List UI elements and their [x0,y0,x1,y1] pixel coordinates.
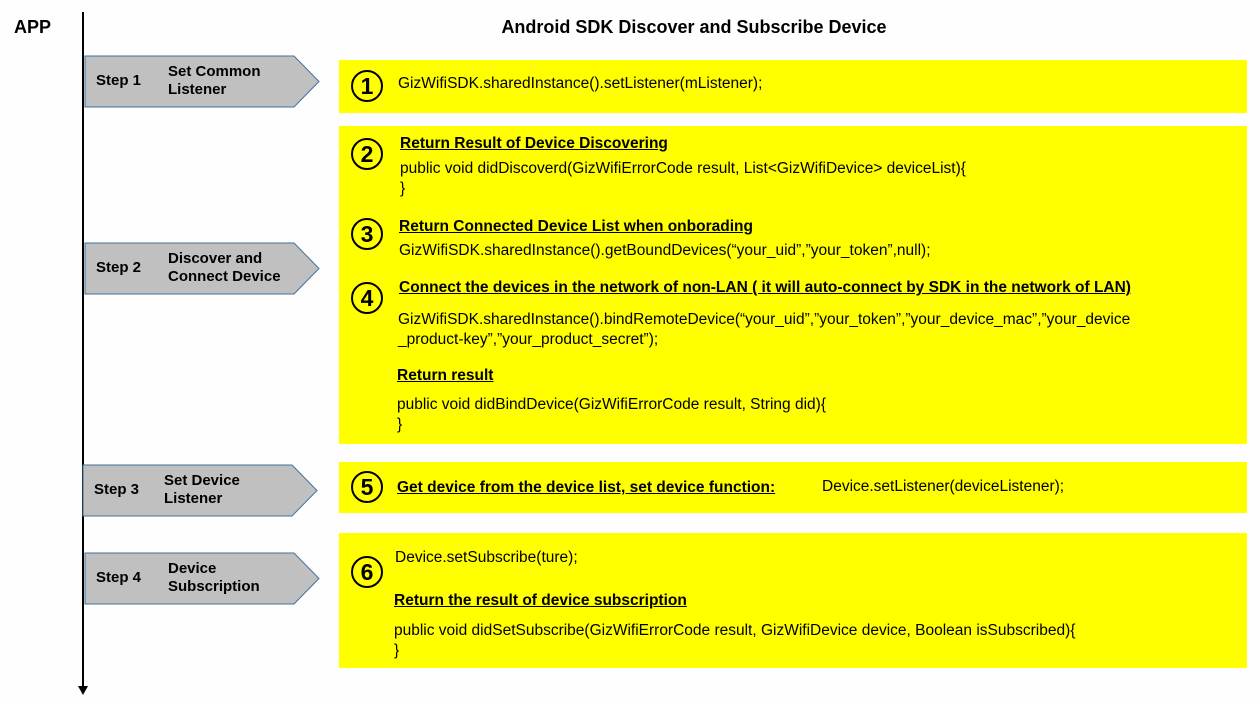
section-heading: Return result [397,367,494,384]
code-line: public void didSetSubscribe(GizWifiError… [394,622,1076,639]
code-line: _product-key”,”your_product_secret”); [398,331,659,348]
code-box-step-2: 2 Return Result of Device Discovering pu… [339,126,1247,444]
code-line: GizWifiSDK.sharedInstance().setListener(… [398,75,763,92]
diagram-title: Android SDK Discover and Subscribe Devic… [501,17,887,37]
marker-6-icon: 6 [351,556,383,588]
code-box-step-1: 1 GizWifiSDK.sharedInstance().setListene… [339,60,1247,113]
step-1-arrow: Step 1 Set Common Listener [84,55,320,108]
code-line: public void didBindDevice(GizWifiErrorCo… [397,396,827,413]
code-line: Device.setSubscribe(ture); [395,549,578,566]
marker-4-icon: 4 [351,282,383,314]
step-2-arrow: Step 2 Discover and Connect Device [84,242,320,295]
code-line: } [394,642,400,659]
step-name: Set Device Listener [164,472,240,507]
code-box-step-4: 6 Device.setSubscribe(ture); Return the … [339,533,1247,668]
timeline-arrowhead-icon [78,686,88,695]
step-3-arrow: Step 3 Set Device Listener [82,464,318,517]
marker-1-icon: 1 [351,70,383,102]
code-line: } [397,416,403,433]
marker-5-icon: 5 [351,471,383,503]
section-heading: Return Result of Device Discovering [400,135,668,152]
step-number: Step 1 [96,72,142,89]
section-heading: Return Connected Device List when onbora… [399,218,753,235]
step-number: Step 4 [96,569,142,586]
code-line: Device.setListener(deviceListener); [822,478,1065,495]
marker-2-icon: 2 [351,138,383,170]
marker-3-icon: 3 [351,218,383,250]
section-heading: Return the result of device subscription [394,592,687,609]
code-line: public void didDiscoverd(GizWifiErrorCod… [400,160,966,177]
section-heading: Connect the devices in the network of no… [399,279,1131,296]
code-line: } [400,180,406,197]
section-heading: Get device from the device list, set dev… [397,479,776,496]
step-number: Step 3 [94,481,140,498]
app-label: APP [14,17,52,37]
code-line: GizWifiSDK.sharedInstance().bindRemoteDe… [398,311,1131,328]
step-name: Discover and Connect Device [168,250,281,285]
code-line: GizWifiSDK.sharedInstance().getBoundDevi… [399,242,931,259]
step-4-arrow: Step 4 Device Subscription [84,552,320,605]
step-number: Step 2 [96,259,142,276]
code-box-step-3: 5 Get device from the device list, set d… [339,462,1247,513]
step-name: Set Common Listener [168,63,261,98]
step-name: Device Subscription [168,560,260,595]
